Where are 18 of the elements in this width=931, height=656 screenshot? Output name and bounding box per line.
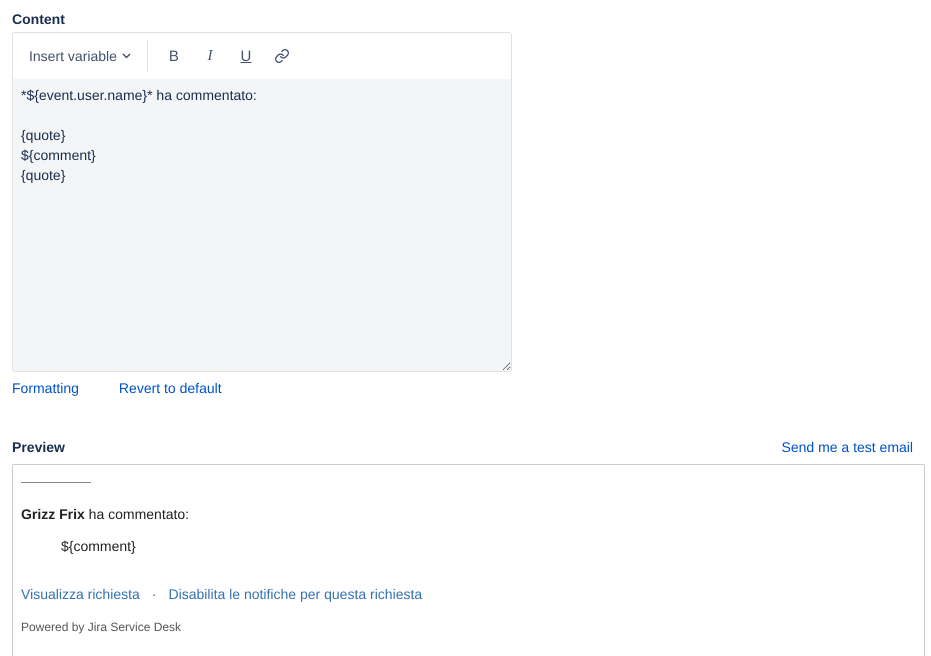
chevron-icon [122, 53, 131, 59]
underline-button[interactable]: U [228, 40, 264, 72]
bold-button[interactable]: B [156, 40, 192, 72]
separator-dot: · [152, 586, 156, 602]
insert-variable-dropdown[interactable]: Insert variable [21, 42, 139, 70]
preview-link[interactable]: Disabilita le notifiche per questa richiesta [168, 586, 422, 602]
test-email-link[interactable]: Send me a test email [781, 439, 913, 455]
content-label: Content [12, 10, 66, 29]
editor-link[interactable]: Revert to default [118, 380, 222, 396]
editor-link[interactable]: Formatting [12, 380, 79, 396]
preview-link[interactable]: Visualizza richiesta [21, 586, 140, 602]
link-icon [274, 48, 290, 64]
content-editor-field[interactable]: *${event.user.name}* ha commentato: {quote} ${comment} {quote} [13, 79, 511, 371]
preview-label: Preview [12, 438, 65, 457]
italic-button[interactable]: I [192, 40, 228, 72]
preview-text: Grizz Frix ha commentato: [21, 506, 190, 522]
quoted-comment: ${comment} [60, 538, 137, 554]
powered-by-text: Powered by Jira Service Desk [21, 620, 182, 634]
